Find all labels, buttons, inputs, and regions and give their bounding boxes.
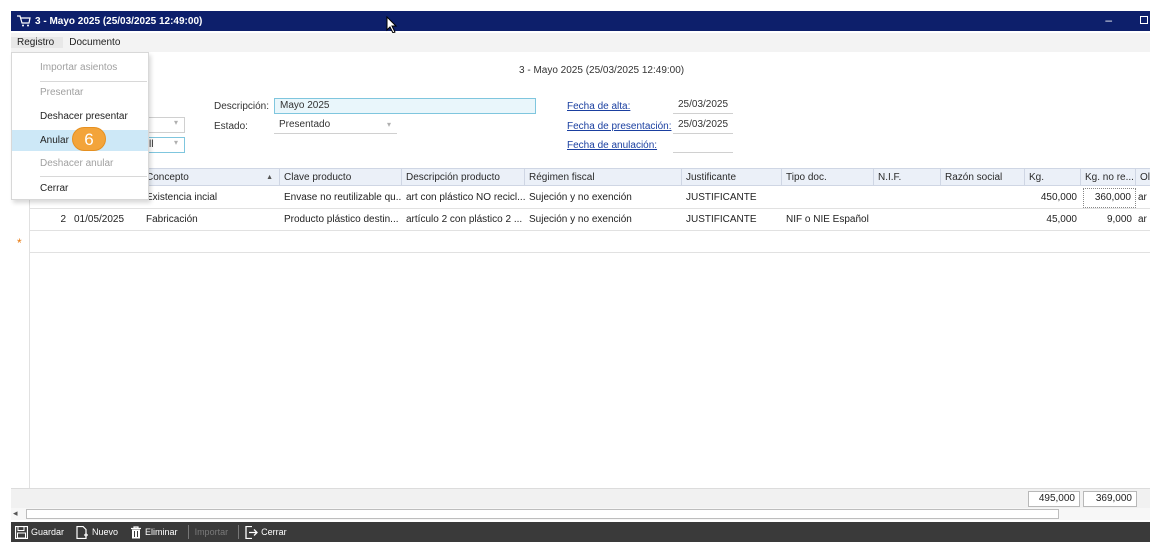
col-header-kg-no-re[interactable]: Kg. no re... — [1081, 169, 1136, 186]
cell-clave: Envase no reutilizable qu... — [284, 192, 402, 203]
totals-bar: 495,000 369,000 — [11, 488, 1150, 508]
hidden-select-field[interactable]: ▾ — [145, 117, 185, 133]
scrollbar-thumb[interactable] — [26, 509, 1059, 519]
menu-separator — [40, 176, 147, 177]
menu-item-deshacer-presentar[interactable]: Deshacer presentar — [12, 106, 148, 127]
cell-razon — [941, 187, 1025, 209]
menu-item-anular-label: Anular — [40, 135, 69, 146]
menu-item-importar-asientos[interactable]: Importar asientos — [12, 57, 148, 78]
guardar-label: Guardar — [31, 527, 65, 537]
menu-registro[interactable]: Registro — [11, 37, 64, 48]
cell-tipo-doc: NIF o NIE Español — [786, 214, 869, 225]
estado-select[interactable]: Presentado ▾ — [274, 118, 397, 134]
minimize-button[interactable]: – — [1105, 13, 1112, 27]
nuevo-label: Nuevo — [92, 527, 119, 537]
cell-tipo-doc — [782, 187, 874, 209]
form-title: 3 - Mayo 2025 (25/03/2025 12:49:00) — [519, 65, 685, 76]
menu-item-anular[interactable]: Anular 6 — [12, 127, 148, 151]
eliminar-button[interactable]: Eliminar — [126, 522, 186, 542]
cell-kg-no-re[interactable]: 360,000 — [1083, 188, 1136, 208]
cell-descripcion: artículo 2 con plástico 2 ... — [406, 214, 523, 225]
save-icon — [15, 525, 28, 539]
fecha-alta-link[interactable]: Fecha de alta: — [567, 101, 630, 112]
new-row[interactable] — [30, 231, 1150, 253]
col-header-regimen-fiscal[interactable]: Régimen fiscal — [525, 169, 682, 186]
total-kg: 495,000 — [1028, 491, 1080, 507]
cell-kg-no-re: 9,000 — [1106, 214, 1132, 225]
estado-value: Presentado — [279, 119, 331, 130]
col-header-ol[interactable]: Ol — [1136, 169, 1150, 186]
bottom-toolbar: Guardar Nuevo Eliminar Importar Cerrar — [11, 522, 1150, 542]
col-header-tipo-doc[interactable]: Tipo doc. — [782, 169, 874, 186]
step-badge: 6 — [72, 127, 106, 151]
total-kg-no-re: 369,000 — [1083, 491, 1137, 507]
cell-razon — [941, 209, 1025, 231]
cell-fecha: 01/05/2025 — [74, 214, 125, 225]
cell-justificante: JUSTIFICANTE — [686, 192, 757, 203]
new-row-marker: * — [17, 236, 22, 250]
guardar-button[interactable]: Guardar — [11, 522, 72, 542]
table-row[interactable]: Existencia incial Envase no reutilizable… — [30, 187, 1150, 209]
col-header-justificante[interactable]: Justificante — [682, 169, 782, 186]
descripcion-label: Descripción: — [214, 101, 270, 112]
registro-dropdown-menu: Importar asientos Presentar Deshacer pre… — [11, 52, 149, 200]
horizontal-scrollbar[interactable]: ◂ — [11, 508, 1150, 520]
row-selector-strip — [11, 168, 30, 488]
cell-descripcion: art con plástico NO recicl... — [406, 192, 525, 203]
menu-item-presentar[interactable]: Presentar — [12, 82, 148, 103]
menu-item-deshacer-anular[interactable]: Deshacer anular — [12, 153, 148, 174]
cell-kg: 450,000 — [1040, 192, 1077, 203]
new-doc-icon — [76, 525, 89, 539]
cell-concepto: Fabricación — [146, 214, 198, 225]
trash-icon — [131, 525, 142, 538]
exit-icon — [245, 525, 258, 539]
cell-regimen: Sujeción y no exención — [529, 214, 632, 225]
toolbar-separator — [187, 525, 189, 539]
cell-regimen: Sujeción y no exención — [529, 192, 632, 203]
menu-documento[interactable]: Documento — [63, 37, 129, 48]
window-title: 3 - Mayo 2025 (25/03/2025 12:49:00) — [35, 15, 203, 27]
partial-select-field[interactable]: ll ▾ — [145, 137, 185, 153]
cell-concepto: Existencia incial — [146, 192, 218, 203]
col-header-razon-social[interactable]: Razón social — [941, 169, 1025, 186]
shopping-cart-icon — [17, 15, 31, 27]
cell-nif — [874, 187, 941, 209]
toolbar-separator — [238, 525, 240, 539]
table-row[interactable]: 2 01/05/2025 Fabricación Producto plásti… — [30, 209, 1150, 231]
nuevo-button[interactable]: Nuevo — [72, 522, 126, 542]
fecha-presentacion-link[interactable]: Fecha de presentación: — [567, 121, 672, 132]
col-header-descripcion-producto[interactable]: Descripción producto — [402, 169, 525, 186]
cell-kg: 45,000 — [1046, 214, 1077, 225]
col-header-kg[interactable]: Kg. — [1025, 169, 1081, 186]
estado-label: Estado: — [214, 121, 248, 132]
scroll-left-icon[interactable]: ◂ — [13, 508, 18, 519]
grid-header: Concepto ▲ Clave producto Descripción pr… — [30, 168, 1150, 186]
cell-num: 2 — [60, 214, 66, 225]
descripcion-input[interactable]: Mayo 2025 — [274, 98, 536, 114]
fecha-anulacion-link[interactable]: Fecha de anulación: — [567, 140, 657, 151]
cell-justificante: JUSTIFICANTE — [686, 214, 757, 225]
mouse-cursor-icon — [386, 16, 398, 34]
importar-label: Importar — [194, 527, 229, 537]
cerrar-label: Cerrar — [261, 527, 287, 537]
importar-button[interactable]: Importar — [191, 522, 237, 542]
cell-ol: ar — [1138, 192, 1147, 203]
col-header-nif[interactable]: N.I.F. — [874, 169, 941, 186]
menubar: Registro Documento — [11, 33, 1150, 52]
fecha-presentacion-field[interactable]: 25/03/2025 — [673, 118, 733, 134]
col-header-clave-producto[interactable]: Clave producto — [280, 169, 402, 186]
chevron-down-icon: ▾ — [386, 120, 391, 129]
menu-item-cerrar[interactable]: Cerrar — [12, 178, 148, 199]
cell-clave: Producto plástico destin... — [284, 214, 399, 225]
cerrar-button[interactable]: Cerrar — [241, 522, 295, 542]
sort-ascending-icon: ▲ — [266, 174, 273, 181]
maximize-button[interactable] — [1140, 16, 1148, 24]
fecha-alta-field[interactable]: 25/03/2025 — [673, 98, 733, 114]
cell-ol: ar — [1138, 214, 1147, 225]
window-titlebar[interactable]: 3 - Mayo 2025 (25/03/2025 12:49:00) – — [11, 11, 1150, 31]
fecha-anulacion-field[interactable] — [673, 137, 733, 153]
col-header-concepto[interactable]: Concepto ▲ — [142, 169, 280, 186]
eliminar-label: Eliminar — [145, 527, 178, 537]
cell-nif — [874, 209, 941, 231]
